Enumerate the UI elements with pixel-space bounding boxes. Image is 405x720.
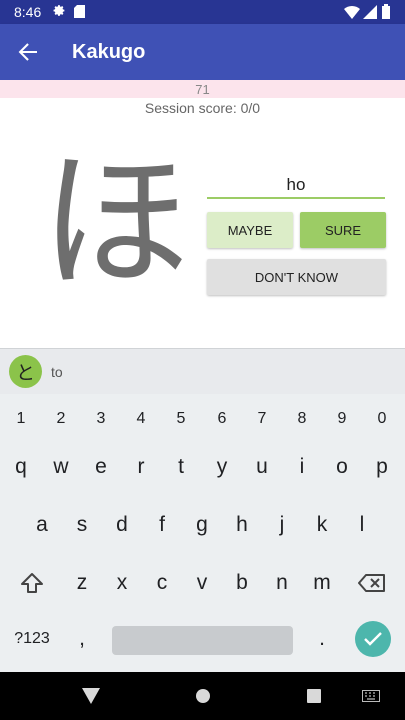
key-z[interactable]: z	[62, 558, 102, 608]
key-t[interactable]: t	[161, 442, 201, 492]
backspace-key[interactable]	[352, 558, 392, 608]
key-g[interactable]: g	[182, 500, 222, 550]
nav-back-icon[interactable]	[82, 688, 100, 704]
key-7[interactable]: 7	[242, 394, 282, 444]
key-b[interactable]: b	[222, 558, 262, 608]
key-u[interactable]: u	[242, 442, 282, 492]
key-5[interactable]: 5	[161, 394, 201, 444]
key-m[interactable]: m	[302, 558, 342, 608]
key-k[interactable]: k	[302, 500, 342, 550]
arrow-back-icon[interactable]	[12, 36, 44, 68]
keyboard-switch-icon[interactable]	[362, 690, 380, 702]
key-w[interactable]: w	[41, 442, 81, 492]
key-j[interactable]: j	[262, 500, 302, 550]
key-r[interactable]: r	[121, 442, 161, 492]
status-bar: 8:46	[0, 0, 405, 24]
dont-know-button[interactable]: DON'T KNOW	[207, 259, 386, 295]
check-icon	[364, 632, 382, 646]
key-1[interactable]: 1	[1, 394, 41, 444]
key-2[interactable]: 2	[41, 394, 81, 444]
key-a[interactable]: a	[22, 500, 62, 550]
suggestion-text[interactable]: to	[51, 364, 63, 380]
key-p[interactable]: p	[362, 442, 402, 492]
shift-icon	[21, 573, 43, 593]
key-l[interactable]: l	[342, 500, 382, 550]
period-key[interactable]: .	[302, 614, 342, 664]
sure-button[interactable]: SURE	[300, 212, 386, 248]
sd-card-icon	[74, 5, 85, 18]
key-n[interactable]: n	[262, 558, 302, 608]
key-6[interactable]: 6	[202, 394, 242, 444]
key-4[interactable]: 4	[121, 394, 161, 444]
key-q[interactable]: q	[1, 442, 41, 492]
key-e[interactable]: e	[81, 442, 121, 492]
enter-key[interactable]	[355, 621, 391, 657]
app-title: Kakugo	[72, 41, 146, 63]
key-s[interactable]: s	[62, 500, 102, 550]
kana-character: ほ	[40, 136, 191, 310]
nav-recents-icon[interactable]	[306, 688, 322, 704]
key-o[interactable]: o	[322, 442, 362, 492]
app-bar: Kakugo	[0, 24, 405, 80]
maybe-button[interactable]: MAYBE	[207, 212, 293, 248]
key-3[interactable]: 3	[81, 394, 121, 444]
progress-count: 71	[195, 82, 210, 97]
suggestion-bar: と to	[0, 348, 405, 394]
key-c[interactable]: c	[142, 558, 182, 608]
key-i[interactable]: i	[282, 442, 322, 492]
wifi-icon	[344, 6, 360, 19]
key-x[interactable]: x	[102, 558, 142, 608]
gear-icon	[53, 5, 65, 16]
key-y[interactable]: y	[202, 442, 242, 492]
suggestion-kana-chip[interactable]: と	[9, 355, 42, 388]
key-v[interactable]: v	[182, 558, 222, 608]
space-key[interactable]	[112, 626, 293, 655]
key-9[interactable]: 9	[322, 394, 362, 444]
key-h[interactable]: h	[222, 500, 262, 550]
navigation-bar	[0, 672, 405, 720]
status-time: 8:46	[14, 4, 42, 20]
backspace-icon	[358, 574, 385, 592]
key-8[interactable]: 8	[282, 394, 322, 444]
signal-icon	[363, 5, 377, 19]
soft-keyboard: 1 2 3 4 5 6 7 8 9 0 q w e r t y u i o p …	[0, 394, 405, 672]
comma-key[interactable]: ,	[62, 614, 102, 664]
session-score: Session score: 0/0	[144, 100, 261, 116]
shift-key[interactable]	[12, 558, 52, 608]
answer-input[interactable]	[207, 172, 385, 199]
battery-icon	[382, 4, 390, 19]
key-f[interactable]: f	[142, 500, 182, 550]
key-d[interactable]: d	[102, 500, 142, 550]
symbols-key[interactable]: ?123	[12, 614, 52, 664]
key-0[interactable]: 0	[362, 394, 402, 444]
nav-home-icon[interactable]	[195, 688, 211, 704]
